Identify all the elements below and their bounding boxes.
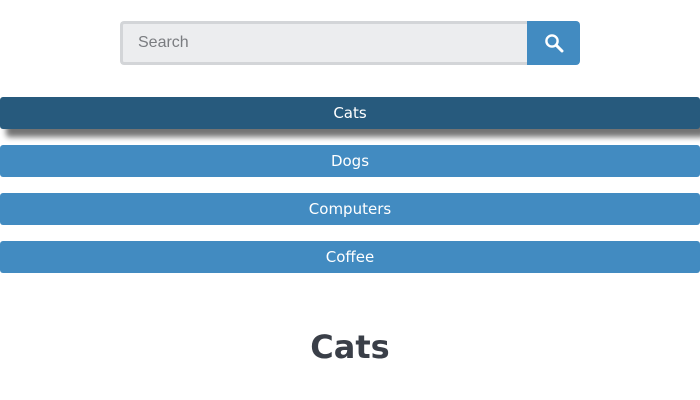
tab-coffee[interactable]: Coffee bbox=[0, 241, 700, 273]
search-bar bbox=[120, 21, 580, 65]
content-heading: Cats bbox=[310, 328, 390, 366]
category-tabs: Cats Dogs Computers Coffee bbox=[0, 97, 700, 289]
search-icon bbox=[544, 33, 564, 53]
search-input[interactable] bbox=[120, 21, 527, 65]
tab-computers[interactable]: Computers bbox=[0, 193, 700, 225]
page: Cats Dogs Computers Coffee Cats bbox=[0, 0, 700, 400]
search-button[interactable] bbox=[527, 21, 580, 65]
tab-dogs[interactable]: Dogs bbox=[0, 145, 700, 177]
tab-cats[interactable]: Cats bbox=[0, 97, 700, 129]
